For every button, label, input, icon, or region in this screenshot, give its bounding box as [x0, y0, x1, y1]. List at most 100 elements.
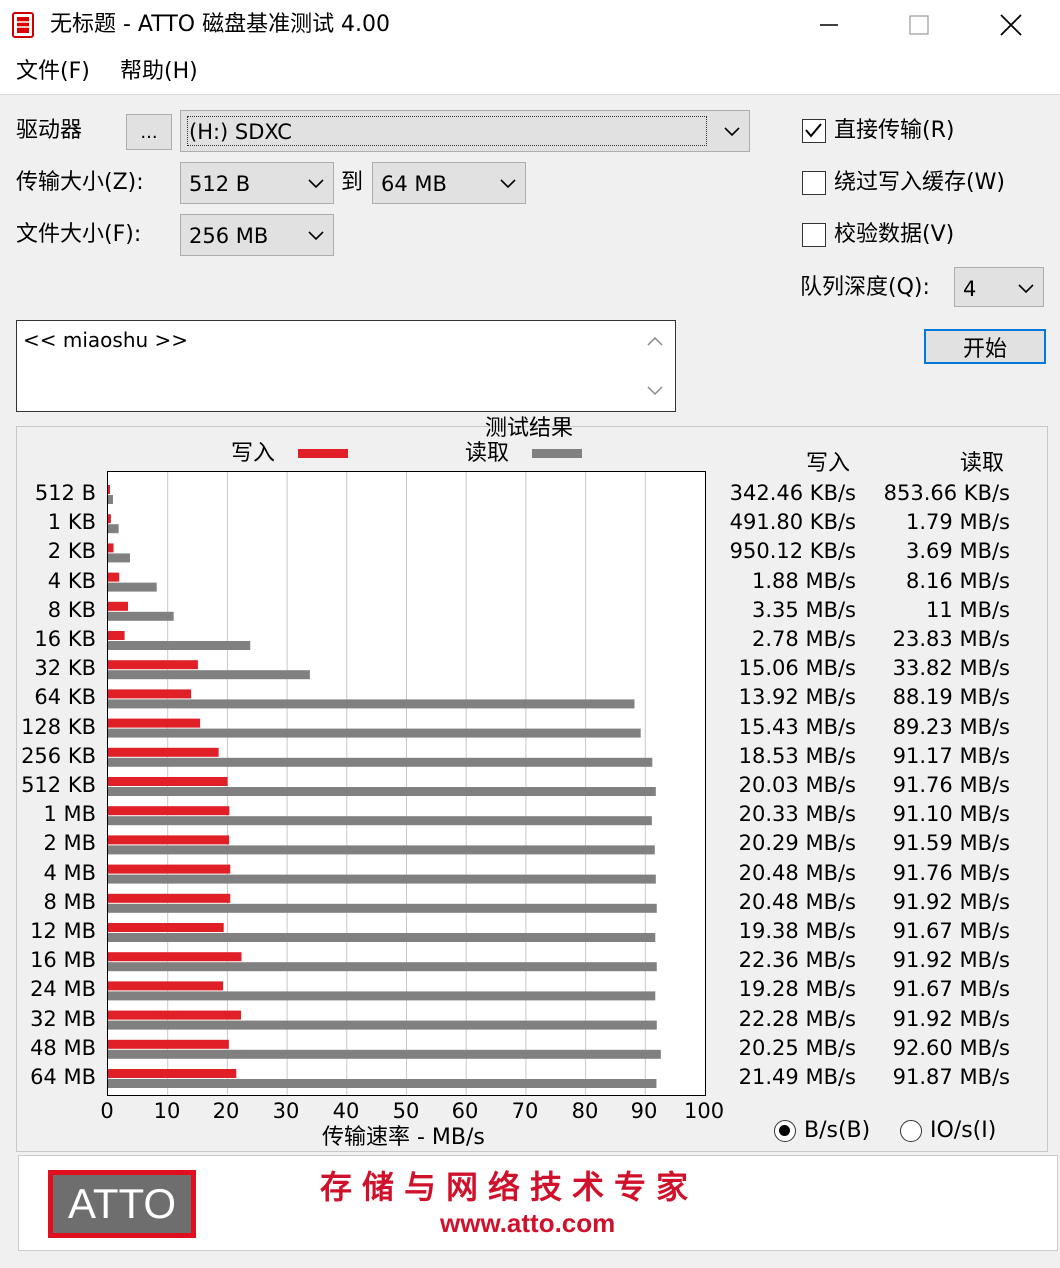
- write-speed-value: 19.38 MB/s: [738, 919, 856, 943]
- write-speed-value: 342.46 KB/s: [729, 481, 856, 505]
- unit-bytes-label: B/s(B): [804, 1118, 871, 1143]
- read-speed-value: 89.23 MB/s: [892, 715, 1010, 739]
- transfer-to-value: 64 MB: [381, 172, 447, 196]
- x-tick-label: 100: [684, 1099, 725, 1123]
- write-speed-value: 3.35 MB/s: [752, 598, 856, 622]
- read-bar: [108, 991, 656, 1001]
- direct-io-checkbox[interactable]: [802, 119, 826, 143]
- minimize-icon: [820, 24, 838, 26]
- file-size-label: 文件大小(F):: [16, 222, 142, 247]
- minimize-button[interactable]: [784, 0, 874, 50]
- app-icon: [12, 12, 34, 38]
- menu-file[interactable]: 文件(F): [16, 58, 90, 86]
- write-bar: [108, 777, 228, 786]
- read-bar: [108, 874, 656, 884]
- transfer-to-select[interactable]: 64 MB: [372, 162, 526, 204]
- description-textarea[interactable]: << miaoshu >>: [16, 320, 676, 412]
- transfer-size-row-label: 2 KB: [47, 539, 96, 563]
- legend-read-label: 读取: [465, 441, 510, 466]
- banner-url[interactable]: www.atto.com: [440, 1208, 615, 1238]
- file-size-value: 256 MB: [189, 224, 269, 248]
- menu-help[interactable]: 帮助(H): [120, 58, 198, 86]
- transfer-size-row-label: 8 MB: [43, 890, 96, 914]
- write-bar: [108, 601, 128, 611]
- read-bar: [108, 699, 635, 709]
- write-speed-value: 15.06 MB/s: [738, 656, 856, 680]
- read-bar: [108, 582, 157, 592]
- write-speed-value: 21.49 MB/s: [738, 1065, 856, 1089]
- transfer-size-row-label: 256 KB: [21, 744, 96, 768]
- write-bar: [108, 1039, 229, 1049]
- x-tick-label: 80: [571, 1099, 599, 1123]
- x-tick-label: 0: [100, 1099, 114, 1123]
- description-text: << miaoshu >>: [23, 328, 189, 352]
- write-bar: [108, 689, 192, 699]
- queue-depth-label: 队列深度(Q):: [800, 275, 930, 300]
- read-bar: [108, 611, 174, 621]
- write-speed-value: 22.36 MB/s: [738, 948, 856, 972]
- read-bar: [108, 641, 251, 650]
- queue-depth-select[interactable]: 4: [954, 267, 1044, 307]
- menu-bar: 文件(F) 帮助(H): [0, 50, 1060, 95]
- drive-label: 驱动器: [16, 118, 83, 143]
- read-speed-value: 91.76 MB/s: [892, 861, 1010, 885]
- unit-io-radio[interactable]: [900, 1120, 922, 1142]
- read-bar: [108, 757, 653, 767]
- read-speed-value: 3.69 MB/s: [906, 539, 1010, 563]
- read-speed-value: 91.10 MB/s: [892, 802, 1010, 826]
- read-bar: [108, 903, 657, 913]
- read-bar: [108, 933, 656, 942]
- file-size-select[interactable]: 256 MB: [180, 214, 334, 256]
- transfer-size-row-label: 8 KB: [47, 598, 96, 622]
- write-bar: [108, 631, 125, 640]
- read-speed-value: 23.83 MB/s: [892, 627, 1010, 651]
- write-bar: [108, 893, 231, 903]
- x-tick-label: 40: [332, 1099, 360, 1123]
- transfer-size-row-label: 1 MB: [43, 802, 96, 826]
- write-bar: [108, 952, 242, 962]
- read-bar: [108, 787, 656, 796]
- write-bar: [108, 543, 114, 553]
- chevron-down-icon: [1018, 284, 1034, 294]
- drive-select[interactable]: (H:) SDXC: [180, 110, 750, 152]
- maximize-icon: [909, 15, 929, 35]
- read-bar: [108, 1049, 661, 1059]
- atto-logo[interactable]: ATTO: [48, 1170, 196, 1238]
- write-bar: [108, 806, 230, 816]
- verify-data-label: 校验数据(V): [834, 222, 955, 247]
- read-bar: [108, 553, 131, 563]
- verify-data-checkbox[interactable]: [802, 223, 826, 247]
- read-bar: [108, 728, 641, 738]
- read-speed-value: 91.67 MB/s: [892, 977, 1010, 1001]
- write-speed-value: 950.12 KB/s: [729, 539, 856, 563]
- start-button[interactable]: 开始: [924, 329, 1046, 364]
- close-button[interactable]: [966, 0, 1056, 50]
- transfer-from-select[interactable]: 512 B: [180, 162, 334, 204]
- chevron-down-icon: [724, 127, 740, 137]
- unit-bytes-radio[interactable]: [774, 1120, 796, 1142]
- read-speed-value: 91.76 MB/s: [892, 773, 1010, 797]
- legend-read-swatch: [532, 449, 582, 458]
- write-bar: [108, 660, 198, 670]
- transfer-size-row-label: 512 KB: [21, 773, 96, 797]
- x-tick-label: 10: [153, 1099, 181, 1123]
- scroll-arrows-icon: [647, 336, 663, 396]
- write-speed-value: 20.29 MB/s: [738, 831, 856, 855]
- read-speed-value: 1.79 MB/s: [906, 510, 1010, 534]
- chevron-down-icon: [308, 231, 324, 241]
- x-axis-label: 传输速率 - MB/s: [322, 1125, 485, 1150]
- maximize-button[interactable]: [874, 0, 964, 50]
- transfer-size-row-label: 32 MB: [30, 1007, 96, 1031]
- direct-io-label: 直接传输(R): [834, 118, 955, 143]
- write-column-header: 写入: [806, 451, 851, 476]
- read-bar: [108, 524, 119, 534]
- x-tick-label: 60: [451, 1099, 479, 1123]
- read-speed-value: 33.82 MB/s: [892, 656, 1010, 680]
- write-bar: [108, 572, 120, 582]
- write-speed-value: 20.25 MB/s: [738, 1036, 856, 1060]
- bypass-cache-checkbox[interactable]: [802, 171, 826, 195]
- scrollbar[interactable]: [635, 321, 675, 410]
- browse-button[interactable]: ...: [126, 114, 172, 150]
- write-speed-value: 19.28 MB/s: [738, 977, 856, 1001]
- read-speed-value: 853.66 KB/s: [883, 481, 1010, 505]
